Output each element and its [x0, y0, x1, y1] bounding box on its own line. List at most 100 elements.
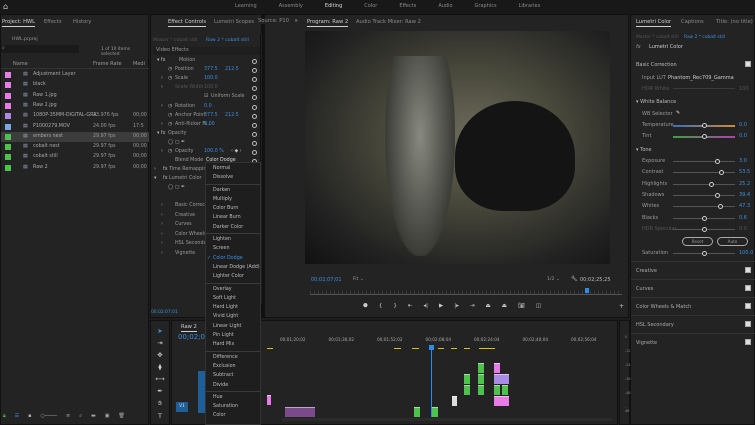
reset-button[interactable]: Reset	[682, 237, 713, 246]
timeline-clip[interactable]	[494, 363, 500, 373]
tab-project[interactable]: Project: HWL	[2, 19, 36, 27]
blend-mode-option[interactable]: Lighten	[206, 235, 260, 244]
label-color[interactable]	[5, 154, 11, 161]
timeline-clip[interactable]	[478, 363, 484, 373]
resolution-dropdown[interactable]: 1/2 ⌄	[547, 277, 560, 282]
tab-effects[interactable]: Effects	[44, 19, 62, 25]
blend-mode-option[interactable]: Overlay	[206, 285, 260, 294]
new-item-icon[interactable]: ▣	[105, 413, 110, 423]
marker[interactable]	[394, 348, 401, 349]
blend-mode-option[interactable]: Divide	[206, 381, 260, 390]
lumetri-master[interactable]: Master * cobalt still	[636, 35, 679, 40]
program-playhead[interactable]	[584, 288, 589, 293]
expand-icon[interactable]: ›	[161, 249, 163, 259]
slider-handle[interactable]	[701, 226, 707, 232]
lumetri-effect-dropdown[interactable]: Lumetri Color	[649, 44, 683, 50]
blend-mode-option[interactable]: Hard Light	[206, 303, 260, 312]
blend-mode-option[interactable]: Color Burn	[206, 204, 260, 213]
property-glyph-icon[interactable]: ◯ ▢ ✒	[168, 183, 185, 193]
reset-icon[interactable]	[252, 95, 257, 101]
marker[interactable]	[479, 348, 495, 349]
track-select-tool-icon[interactable]: ⇥	[157, 339, 162, 347]
expand-icon[interactable]: ›	[161, 220, 163, 230]
section-checkbox[interactable]	[745, 267, 751, 273]
reset-icon[interactable]	[252, 131, 257, 137]
section-checkbox[interactable]	[745, 321, 751, 327]
tone-header[interactable]: ▾ Tone	[636, 147, 652, 153]
label-color[interactable]	[5, 123, 11, 130]
lumetri-section-header[interactable]: Color Wheels & Match	[631, 297, 755, 315]
timeline-clip[interactable]	[300, 407, 315, 417]
col-name[interactable]: Name	[13, 61, 28, 67]
timeline-clip[interactable]	[494, 396, 509, 406]
mark-in-icon[interactable]: {	[379, 303, 383, 309]
label-color[interactable]	[5, 82, 11, 89]
slider-value[interactable]: 47.3	[739, 203, 750, 209]
new-bin-icon[interactable]: ▬	[91, 413, 96, 423]
list-item[interactable]: ▤ embers nest 29.97 fps 00;00	[1, 131, 149, 142]
reset-icon[interactable]	[252, 104, 257, 110]
icon-view-icon[interactable]: ▪	[28, 413, 31, 423]
reset-icon[interactable]	[252, 122, 257, 128]
reset-icon[interactable]	[252, 59, 257, 64]
timeline-clip[interactable]	[452, 396, 457, 406]
reset-icon[interactable]	[252, 140, 257, 146]
slider-handle[interactable]	[708, 181, 714, 187]
slider-handle[interactable]	[701, 134, 707, 139]
section-checkbox[interactable]	[745, 303, 751, 309]
slider-track[interactable]	[673, 170, 735, 176]
blend-mode-option[interactable]: Exclusion	[206, 362, 260, 371]
slider-track[interactable]	[673, 123, 735, 128]
slider-handle[interactable]	[719, 170, 725, 176]
lift-icon[interactable]: ⏏	[486, 303, 491, 309]
razor-tool-icon[interactable]: ⧫	[158, 363, 161, 371]
label-color[interactable]	[5, 164, 11, 171]
blend-mode-option[interactable]: Pin Light	[206, 331, 260, 340]
list-item[interactable]: ▤ Raw 2.jpg	[1, 101, 149, 111]
extract-icon[interactable]: ⏏	[502, 303, 507, 309]
blend-mode-option[interactable]: Linear Burn	[206, 213, 260, 222]
tab-title[interactable]: Title: (no title)	[716, 19, 753, 25]
home-icon[interactable]: ⌂	[3, 2, 8, 11]
tab-captions[interactable]: Captions	[681, 19, 704, 25]
blend-mode-option[interactable]: Darker Color	[206, 223, 260, 232]
blend-mode-option[interactable]: Linear Light	[206, 322, 260, 331]
playhead-handle[interactable]	[429, 345, 434, 350]
find-icon[interactable]: ⌕	[79, 413, 82, 423]
lumetri-section-header[interactable]: Curves	[631, 279, 755, 297]
input-lut-dropdown[interactable]: Phantom_Rec709_Gamma	[668, 75, 734, 81]
lumetri-section-header[interactable]: Creative	[631, 261, 755, 279]
list-view-icon[interactable]: ☰	[15, 413, 19, 423]
tab-source[interactable]: Source: P10	[258, 18, 289, 24]
label-color[interactable]	[5, 113, 11, 120]
add-marker-icon[interactable]: ⬣	[363, 303, 368, 309]
sort-icon[interactable]: ≡	[66, 413, 70, 423]
basic-correction-header[interactable]: Basic Correction	[636, 62, 677, 68]
blend-mode-option[interactable]: Hard Mix	[206, 340, 260, 349]
slider-value[interactable]: 39.4	[739, 192, 750, 198]
auto-button[interactable]: Auto	[717, 237, 748, 246]
button-editor-icon[interactable]: +	[619, 303, 624, 310]
pen-tool-icon[interactable]: ✒	[157, 387, 162, 395]
list-item[interactable]: ▤ cobalt nest 29.97 fps 00;00	[1, 142, 149, 152]
blend-mode-option[interactable]: Hue	[206, 393, 260, 402]
play-icon[interactable]: ▶	[439, 303, 443, 309]
lumetri-section-header[interactable]: HSL Secondary	[631, 315, 755, 333]
list-item[interactable]: ▤ Raw 1.jpg	[1, 91, 149, 101]
workspace-tab[interactable]: Graphics	[475, 3, 497, 9]
slider-track[interactable]	[673, 215, 735, 221]
slider-value[interactable]: 0.0	[739, 122, 747, 128]
white-balance-header[interactable]: ▾ White Balance	[636, 99, 676, 105]
timeline-clip[interactable]	[494, 385, 500, 395]
reset-icon[interactable]	[252, 68, 257, 74]
slider-value[interactable]: 100.0	[739, 250, 753, 256]
fit-dropdown[interactable]: Fit ⌄	[353, 277, 364, 282]
tab-program[interactable]: Program: Raw 2	[307, 19, 349, 27]
slider-value[interactable]: 0.0	[739, 133, 747, 139]
program-scrubber[interactable]	[310, 288, 622, 295]
slider-track[interactable]	[673, 226, 735, 232]
export-frame-icon[interactable]: 📷︎	[518, 303, 525, 309]
marker[interactable]	[412, 348, 419, 349]
timeline-clip[interactable]	[285, 407, 300, 417]
timeline-clip[interactable]	[478, 385, 484, 395]
